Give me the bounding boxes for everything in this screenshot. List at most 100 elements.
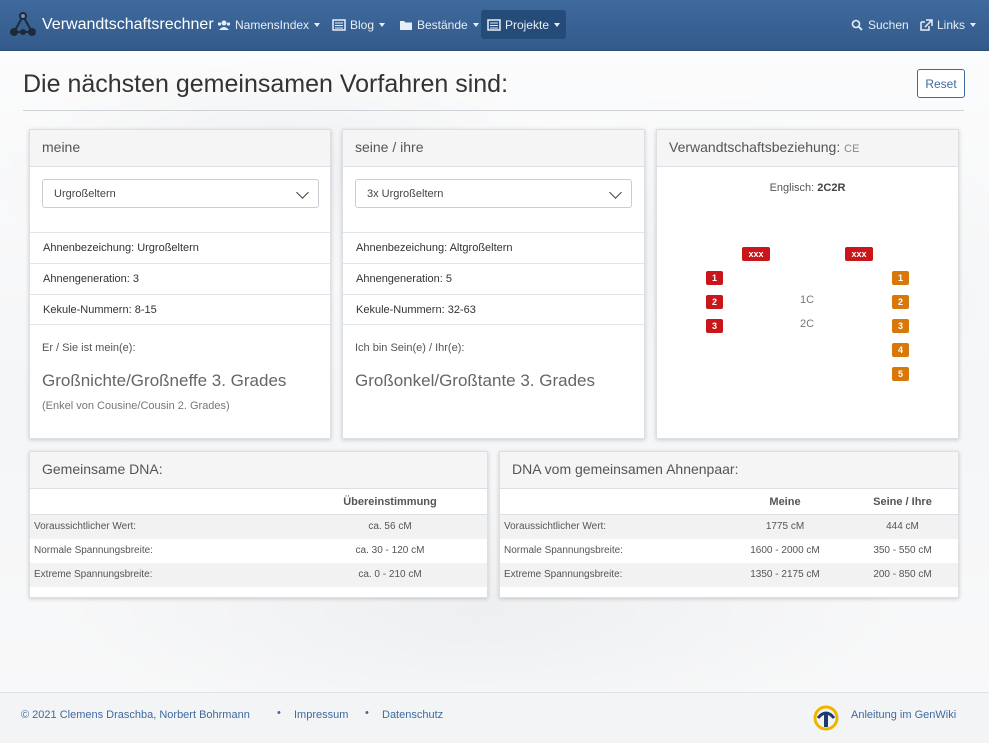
left-generation-badge: 1 xyxy=(706,271,723,285)
seine-select-value: 3x Urgroßeltern xyxy=(367,188,444,200)
right-generation-badge: 5 xyxy=(892,367,909,381)
meine-ancestor-select[interactable]: Urgroßeltern xyxy=(42,179,319,208)
seine-row-generation: Ahnengeneration: 5 xyxy=(343,263,644,294)
list-alt-icon xyxy=(487,18,501,31)
dna-pair-row-label: Extreme Spannungsbreite: xyxy=(504,569,623,580)
dna-pair-card-title: DNA vom gemeinsamen Ahnenpaar: xyxy=(500,452,958,489)
dna-row: Normale Spannungsbreite: ca. 30 - 120 cM xyxy=(30,539,487,563)
meine-row-bezeichnung: Ahnenbezeichung: Urgroßeltern xyxy=(30,232,330,263)
nav-namensindex[interactable]: NamensIndex xyxy=(211,10,326,39)
seine-card-title: seine / ihre xyxy=(343,130,644,167)
nav-bestaende-label: Bestände xyxy=(417,17,468,32)
dna-row-label: Extreme Spannungsbreite: xyxy=(34,569,153,580)
left-generation-badge: 3 xyxy=(706,319,723,333)
meine-card: meine Urgroßeltern Ahnenbezeichung: Urgr… xyxy=(29,129,331,439)
nav-blog[interactable]: Blog xyxy=(326,10,391,39)
genwiki-link[interactable]: Anleitung im GenWiki xyxy=(851,709,956,721)
meine-row-kekule: Kekule-Nummern: 8-15 xyxy=(30,294,330,325)
dna-pair-column-seine: Seine / Ihre xyxy=(873,496,932,508)
navbar: Verwandtschaftsrechner NamensIndex Blog … xyxy=(0,0,989,51)
nav-search[interactable]: Suchen xyxy=(844,10,915,39)
chevron-down-icon xyxy=(296,186,309,199)
dna-card: Gemeinsame DNA: Übereinstimmung Voraussi… xyxy=(29,451,488,598)
relationship-card: Verwandtschaftsbeziehung: CE Englisch: 2… xyxy=(656,129,959,439)
family-tree-logo-icon xyxy=(10,12,36,36)
meine-select-value: Urgroßeltern xyxy=(54,188,116,200)
nav-namensindex-label: NamensIndex xyxy=(235,17,310,32)
caret-down-icon xyxy=(554,22,560,27)
nav-projekte[interactable]: Projekte xyxy=(481,10,566,39)
seine-row-kekule: Kekule-Nummern: 32-63 xyxy=(343,294,644,325)
dna-pair-row: Extreme Spannungsbreite: 1350 - 2175 cM … xyxy=(500,563,958,587)
meine-relation-sub: (Enkel von Cousine/Cousin 2. Grades) xyxy=(42,400,230,412)
genwiki-logo-icon[interactable] xyxy=(809,705,843,731)
seine-relation-label: Ich bin Sein(e) / Ihr(e): xyxy=(355,342,465,354)
copyright-link[interactable]: © 2021 Clemens Draschba, Norbert Bohrman… xyxy=(21,709,250,721)
caret-down-icon xyxy=(970,22,977,27)
datenschutz-link[interactable]: Datenschutz xyxy=(382,709,443,721)
search-icon xyxy=(851,19,863,31)
dna-pair-column-meine: Meine xyxy=(769,496,801,508)
meine-row-generation: Ahnengeneration: 3 xyxy=(30,263,330,294)
right-generation-badge: 3 xyxy=(892,319,909,333)
dna-card-title: Gemeinsame DNA: xyxy=(30,452,487,489)
cousin-degree-label: 2C xyxy=(799,318,815,330)
caret-down-icon xyxy=(472,22,479,27)
dna-pair-row-label: Normale Spannungsbreite: xyxy=(504,545,623,556)
dna-pair-row-meine: 1350 - 2175 cM xyxy=(750,569,820,580)
dna-pair-row: Normale Spannungsbreite: 1600 - 2000 cM … xyxy=(500,539,958,563)
seine-ancestor-select[interactable]: 3x Urgroßeltern xyxy=(355,179,632,208)
nav-search-label: Suchen xyxy=(868,17,909,32)
dna-pair-row-label: Voraussichtlicher Wert: xyxy=(504,521,607,532)
dna-pair-row-seine: 444 cM xyxy=(886,521,919,532)
nav-links[interactable]: Links xyxy=(913,10,982,39)
impressum-link[interactable]: Impressum xyxy=(294,709,348,721)
dna-pair-card: DNA vom gemeinsamen Ahnenpaar: Meine Sei… xyxy=(499,451,959,598)
cousin-degree-label: 1C xyxy=(799,294,815,306)
title-divider xyxy=(23,110,964,111)
ancestor-badge-right: xxx xyxy=(845,247,873,261)
meine-relation-value: Großnichte/Großneffe 3. Grades xyxy=(42,371,287,390)
ancestor-badge-left: xxx xyxy=(742,247,770,261)
relationship-code: CE xyxy=(844,143,860,155)
footer-separator: • xyxy=(277,707,281,719)
chevron-down-icon xyxy=(609,186,622,199)
right-generation-badge: 4 xyxy=(892,343,909,357)
nav-projekte-label: Projekte xyxy=(504,17,549,32)
nav-links-label: Links xyxy=(937,17,966,32)
seine-row-bezeichnung: Ahnenbezeichung: Altgroßeltern xyxy=(343,232,644,263)
english-relation: Englisch: 2C2R xyxy=(657,182,958,194)
page-title: Die nächsten gemeinsamen Vorfahren sind: xyxy=(23,70,509,98)
external-link-icon xyxy=(920,18,933,31)
right-generation-badge: 2 xyxy=(892,295,909,309)
left-generation-badge: 2 xyxy=(706,295,723,309)
nav-bestaende[interactable]: Bestände xyxy=(393,10,485,39)
footer-separator: • xyxy=(365,707,369,719)
brand-title: Verwandtschaftsrechner xyxy=(42,16,214,33)
meine-relation-label: Er / Sie ist mein(e): xyxy=(42,342,136,354)
english-value: 2C2R xyxy=(817,182,846,194)
dna-pair-row-seine: 200 - 850 cM xyxy=(873,569,932,580)
seine-card: seine / ihre 3x Urgroßeltern Ahnenbezeic… xyxy=(342,129,645,439)
brand-link[interactable]: Verwandtschaftsrechner xyxy=(8,8,214,42)
meine-card-title: meine xyxy=(30,130,330,167)
dna-pair-row-meine: 1775 cM xyxy=(765,521,805,532)
dna-pair-row-meine: 1600 - 2000 cM xyxy=(750,545,820,556)
folder-icon xyxy=(400,20,412,30)
dna-column-header: Übereinstimmung xyxy=(343,496,437,508)
dna-row: Voraussichtlicher Wert: ca. 56 cM xyxy=(30,515,487,539)
dna-row-label: Voraussichtlicher Wert: xyxy=(34,521,137,532)
relationship-title-label: Verwandtschaftsbeziehung: xyxy=(669,139,841,155)
caret-down-icon xyxy=(379,22,386,27)
right-generation-badge: 1 xyxy=(892,271,909,285)
dna-pair-row: Voraussichtlicher Wert: 1775 cM 444 cM xyxy=(500,515,958,539)
reset-button[interactable]: Reset xyxy=(917,69,965,98)
dna-row-value: ca. 30 - 120 cM xyxy=(355,545,425,556)
footer: © 2021 Clemens Draschba, Norbert Bohrman… xyxy=(0,692,989,743)
relationship-card-title: Verwandtschaftsbeziehung: CE xyxy=(657,130,958,167)
dna-row: Extreme Spannungsbreite: ca. 0 - 210 cM xyxy=(30,563,487,587)
dna-row-value: ca. 56 cM xyxy=(368,521,412,532)
dna-pair-row-seine: 350 - 550 cM xyxy=(873,545,932,556)
dna-row-label: Normale Spannungsbreite: xyxy=(34,545,153,556)
english-label: Englisch: xyxy=(769,182,815,194)
